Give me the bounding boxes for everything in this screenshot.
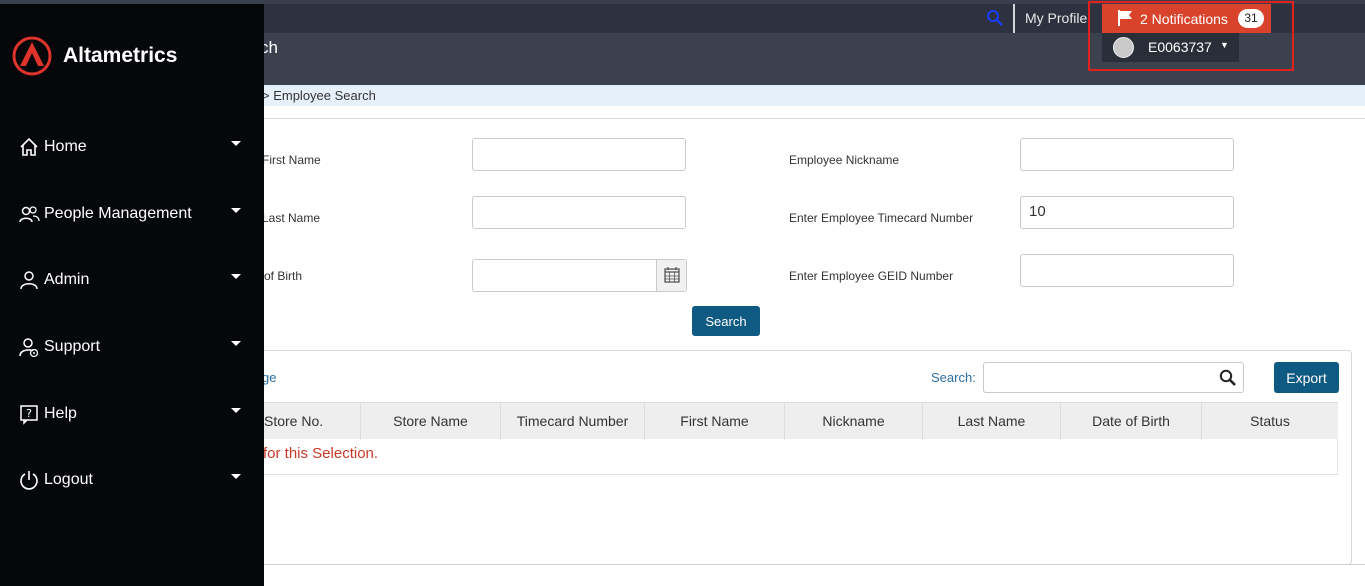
chevron-down-icon xyxy=(231,341,241,346)
my-profile-link[interactable]: My Profile xyxy=(1025,10,1087,26)
sidebar-item-logout[interactable]: Logout xyxy=(0,461,264,501)
first-name-input[interactable] xyxy=(472,138,686,171)
table-row xyxy=(250,439,1338,475)
search-icon[interactable] xyxy=(986,9,1004,27)
empty-table-message: for this Selection. xyxy=(263,445,379,462)
column-header[interactable]: Timecard Number xyxy=(501,403,645,440)
user-icon xyxy=(20,271,38,290)
sidebar: Altametrics Home People Management Admin xyxy=(0,4,264,586)
chevron-down-icon xyxy=(231,274,241,279)
sidebar-item-people-management[interactable]: People Management xyxy=(0,195,264,235)
export-button[interactable]: Export xyxy=(1274,362,1339,393)
magnifier-icon xyxy=(1219,369,1236,386)
bottom-divider xyxy=(250,564,1365,565)
timecard-label: Enter Employee Timecard Number xyxy=(789,211,974,225)
column-header[interactable]: Nickname xyxy=(785,403,923,440)
sidebar-item-label: Home xyxy=(44,138,87,155)
table-search-label: Search: xyxy=(931,370,976,385)
svg-text:?: ? xyxy=(26,407,32,420)
first-name-label: First Name xyxy=(262,153,321,167)
sidebar-item-label: People Management xyxy=(44,205,192,222)
topbar-divider xyxy=(1013,4,1015,33)
nickname-label: Employee Nickname xyxy=(789,153,900,167)
sidebar-item-home[interactable]: Home xyxy=(0,128,264,168)
sidebar-item-label: Logout xyxy=(44,471,93,488)
sidebar-item-label: Help xyxy=(44,405,77,422)
brand-name: Altametrics xyxy=(63,44,178,67)
sidebar-item-help[interactable]: ? Help xyxy=(0,395,264,435)
nickname-input[interactable] xyxy=(1020,138,1234,171)
people-icon xyxy=(19,206,40,223)
page-length-link[interactable]: ge xyxy=(262,370,276,385)
last-name-input[interactable] xyxy=(472,196,686,229)
sidebar-item-label: Admin xyxy=(44,271,90,288)
dob-label: of Birth xyxy=(264,269,303,283)
column-header[interactable]: Store No. xyxy=(250,403,361,440)
chevron-down-icon xyxy=(231,208,241,213)
help-icon: ? xyxy=(20,405,38,425)
calendar-icon xyxy=(664,267,680,283)
last-name-label: Last Name xyxy=(262,211,321,225)
highlight-box xyxy=(1088,1,1294,71)
column-header[interactable]: First Name xyxy=(645,403,785,440)
column-header[interactable]: Date of Birth xyxy=(1061,403,1202,440)
search-button[interactable]: Search xyxy=(692,306,760,336)
chevron-down-icon xyxy=(231,408,241,413)
column-header[interactable]: Last Name xyxy=(923,403,1061,440)
chevron-down-icon xyxy=(231,474,241,479)
chevron-down-icon xyxy=(231,141,241,146)
table-header: Store No. Store Name Timecard Number Fir… xyxy=(250,402,1338,440)
power-icon xyxy=(20,471,38,490)
table-search-input[interactable] xyxy=(983,362,1244,393)
home-icon xyxy=(20,137,38,156)
column-header[interactable]: Store Name xyxy=(361,403,501,440)
sidebar-item-support[interactable]: Support xyxy=(0,328,264,368)
sidebar-item-admin[interactable]: Admin xyxy=(0,261,264,301)
sidebar-item-label: Support xyxy=(44,338,101,355)
dob-input[interactable] xyxy=(472,259,687,292)
timecard-input[interactable]: 10 xyxy=(1020,196,1234,229)
calendar-button[interactable] xyxy=(656,260,686,291)
breadcrumb: > Employee Search xyxy=(262,88,376,103)
geid-input[interactable] xyxy=(1020,254,1234,287)
altametrics-logo-icon xyxy=(12,36,52,76)
support-icon xyxy=(19,338,39,358)
geid-label: Enter Employee GEID Number xyxy=(789,269,954,283)
column-header[interactable]: Status xyxy=(1202,403,1338,440)
